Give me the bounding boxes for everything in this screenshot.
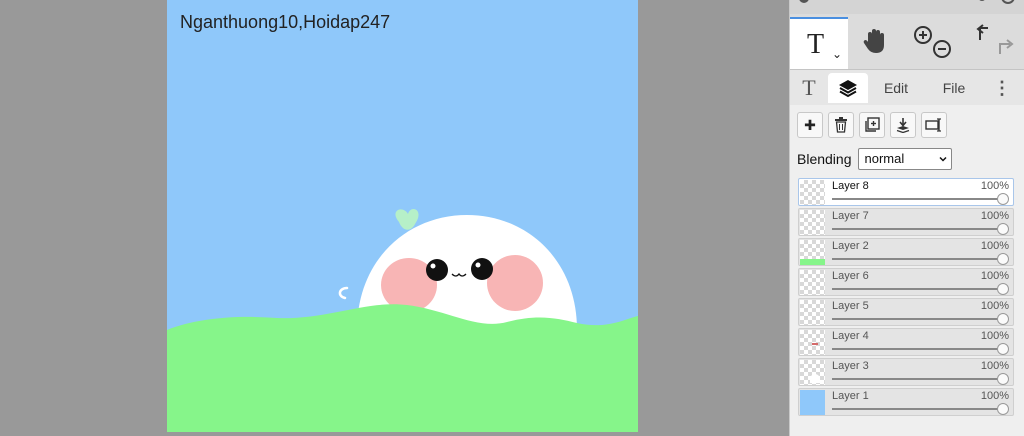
layer-name: Layer 1 — [832, 390, 869, 402]
blending-select[interactable]: normal — [857, 148, 952, 170]
opacity-slider-track[interactable] — [832, 318, 1007, 320]
drawing-canvas[interactable]: Nganthuong10,Hoidap247 — [167, 0, 638, 432]
layer-opacity: 100% — [980, 270, 1009, 282]
layer-name: Layer 5 — [832, 300, 869, 312]
merge-down-icon — [896, 118, 910, 133]
layer-name: Layer 4 — [832, 330, 869, 342]
tab-edit[interactable]: Edit — [876, 73, 916, 103]
left-eye — [426, 259, 448, 281]
layer-name: Layer 6 — [832, 270, 869, 282]
hand-icon[interactable] — [860, 26, 890, 56]
delete-layer-icon — [835, 117, 847, 133]
opacity-slider-handle[interactable] — [997, 403, 1009, 415]
duplicate-layer-icon — [865, 117, 880, 132]
layer-thumbnail — [800, 390, 825, 415]
layer-name: Layer 2 — [832, 240, 869, 252]
redo-icon — [999, 39, 1014, 54]
opacity-slider-track[interactable] — [832, 348, 1007, 350]
layer-thumbnail — [800, 180, 825, 205]
right-blush — [487, 255, 543, 311]
top-strip — [790, 0, 1024, 14]
main-toolbar: T ⌄ — [790, 14, 1024, 70]
layer-opacity: 100% — [980, 390, 1009, 402]
opacity-slider-handle[interactable] — [997, 253, 1009, 265]
text-tool-button[interactable]: T ⌄ — [790, 17, 848, 69]
blending-row: Blending normal — [797, 148, 952, 170]
zoom-controls[interactable] — [910, 22, 958, 62]
opacity-slider-handle[interactable] — [997, 373, 1009, 385]
chevron-down-icon: ⌄ — [832, 47, 843, 61]
layer-thumbnail — [800, 360, 825, 385]
layers-icon — [839, 80, 857, 98]
grass-hills — [167, 304, 638, 432]
opacity-slider-track[interactable] — [832, 288, 1007, 290]
tab-text[interactable]: T — [796, 73, 822, 103]
right-panel: T ⌄ T Edit File ⋮ ✚ Blending normal Laye… — [789, 0, 1024, 436]
layer-opacity: 100% — [980, 210, 1009, 222]
leaf — [395, 209, 419, 230]
opacity-slider-handle[interactable] — [997, 283, 1009, 295]
layer-row[interactable]: Layer 5 100% — [798, 298, 1014, 326]
layer-thumbnail — [800, 240, 825, 265]
layer-row[interactable]: Layer 8 100% — [798, 178, 1014, 206]
add-layer-button[interactable]: ✚ — [797, 112, 823, 138]
layer-name: Layer 3 — [832, 360, 869, 372]
layer-thumbnail — [800, 330, 825, 355]
layer-opacity: 100% — [980, 240, 1009, 252]
layer-row[interactable]: Layer 7 100% — [798, 208, 1014, 236]
blending-label: Blending — [797, 151, 852, 167]
right-eye — [471, 258, 493, 280]
layer-row[interactable]: Layer 4 100% — [798, 328, 1014, 356]
tab-file[interactable]: File — [936, 73, 972, 103]
more-menu-icon[interactable]: ⋮ — [990, 73, 1014, 103]
layer-opacity: 100% — [980, 330, 1009, 342]
opacity-slider-handle[interactable] — [997, 223, 1009, 235]
tab-layers[interactable] — [828, 73, 868, 103]
layer-row[interactable]: Layer 6 100% — [798, 268, 1014, 296]
add-layer-icon: ✚ — [804, 116, 816, 133]
opacity-slider-track[interactable] — [832, 198, 1007, 200]
undo-redo-controls[interactable] — [970, 22, 1018, 62]
zoom-out-icon — [933, 40, 951, 58]
layer-row[interactable]: Layer 3 100% — [798, 358, 1014, 386]
canvas-artwork — [167, 209, 638, 432]
white-curl — [338, 286, 349, 300]
layer-thumbnail — [800, 270, 825, 295]
cropped-top-icons — [799, 0, 1015, 4]
opacity-slider-track[interactable] — [832, 228, 1007, 230]
delete-layer-button[interactable] — [828, 112, 854, 138]
rename-layer-icon — [925, 118, 941, 132]
canvas-caption-text: Nganthuong10,Hoidap247 — [180, 12, 391, 32]
rename-layer-button[interactable] — [921, 112, 947, 138]
opacity-slider-handle[interactable] — [997, 313, 1009, 325]
opacity-slider-track[interactable] — [832, 258, 1007, 260]
blending-value: normal — [864, 151, 905, 166]
layer-row[interactable]: Layer 2 100% — [798, 238, 1014, 266]
chevron-down-icon — [938, 156, 947, 162]
text-tool-icon: T — [807, 29, 825, 60]
layer-name: Layer 7 — [832, 210, 869, 222]
opacity-slider-track[interactable] — [832, 378, 1007, 380]
opacity-slider-handle[interactable] — [997, 193, 1009, 205]
layer-list: Layer 8 100% Layer 7 100% Layer 2 100% Layer 6… — [798, 178, 1014, 418]
layer-name: Layer 8 — [832, 180, 869, 192]
layer-opacity: 100% — [980, 360, 1009, 372]
opacity-slider-track[interactable] — [832, 408, 1007, 410]
undo-icon — [976, 24, 988, 40]
zoom-in-icon — [914, 26, 932, 44]
layer-thumbnail — [800, 300, 825, 325]
merge-down-button[interactable] — [890, 112, 916, 138]
layer-row[interactable]: Layer 1 100% — [798, 388, 1014, 416]
layer-opacity: 100% — [980, 180, 1009, 192]
panel-tabs: T Edit File ⋮ — [790, 71, 1024, 105]
layers-panel: ✚ Blending normal Layer 8 100% Layer 7 1… — [790, 105, 1024, 436]
duplicate-layer-button[interactable] — [859, 112, 885, 138]
opacity-slider-handle[interactable] — [997, 343, 1009, 355]
layer-thumbnail — [800, 210, 825, 235]
layer-opacity: 100% — [980, 300, 1009, 312]
